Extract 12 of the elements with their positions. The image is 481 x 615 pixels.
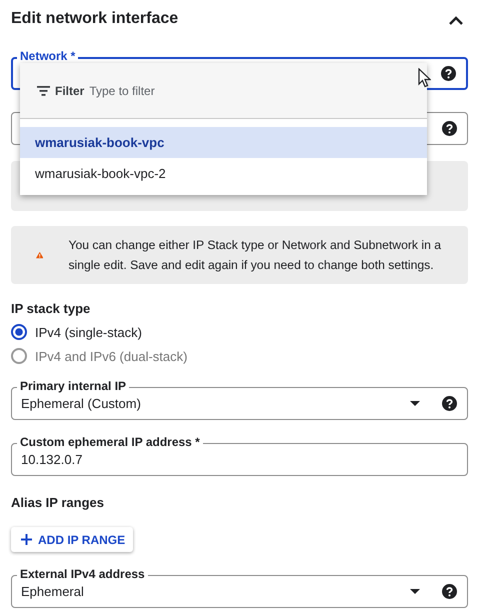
radio-label: IPv4 and IPv6 (dual-stack) — [35, 348, 188, 364]
field-label: Custom ephemeral IP address * — [17, 435, 203, 450]
field-value: Ephemeral — [21, 584, 85, 599]
field-value: 10.132.0.7 — [21, 452, 84, 467]
field-value: Ephemeral (Custom) — [21, 396, 142, 411]
section-heading: Alias IP ranges — [11, 495, 105, 510]
section-heading: IP stack type — [11, 301, 92, 316]
field-label: Primary internal IP — [17, 379, 130, 394]
radio-label: IPv4 (single-stack) — [35, 324, 142, 340]
filter-label: Filter — [55, 84, 84, 98]
section-title: Edit network interface — [11, 10, 178, 28]
warning-text: You can change either IP Stack type or Network and Subnetwork in a single edit. Save and edit again if you need to change both settings. — [68, 237, 442, 274]
